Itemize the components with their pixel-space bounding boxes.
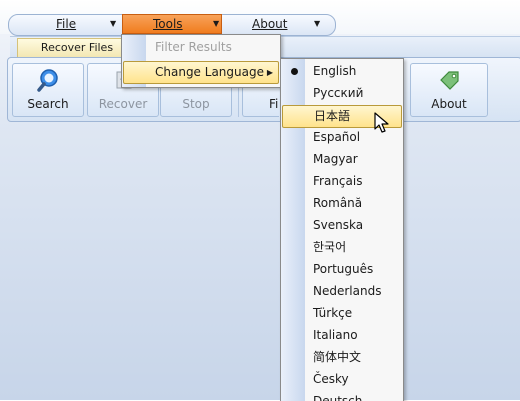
language-label: Français [313,174,363,188]
chevron-down-icon: ▼ [110,19,117,28]
language-item-hungarian[interactable]: Magyar [282,149,400,170]
language-submenu: English Русский 日本語 Español Magyar Franç… [280,58,404,401]
filter-button-label: Fi [269,97,279,111]
menu-item-filter-results[interactable]: Filter Results [122,36,280,58]
about-button-label: About [431,97,467,111]
language-item-chinese-simplified[interactable]: 简体中文 [282,347,400,368]
language-item-english[interactable]: English [282,61,400,82]
search-button-label: Search [27,97,69,111]
menu-about-label: About [252,17,288,31]
language-label: Português [313,262,374,276]
magnifier-icon [37,69,58,92]
language-label: Česky [313,372,349,386]
language-label: Română [313,196,363,210]
language-label: Español [313,130,361,144]
recover-button-label: Recover [98,97,148,111]
language-label: English [313,64,357,78]
chevron-down-icon: ▼ [314,19,321,28]
menu-file-label: File [56,17,77,31]
mouse-pointer-icon [374,112,389,133]
chevron-down-icon: ▼ [213,19,220,28]
menu-bar: File ▼ Tools ▼ About ▼ [0,0,520,36]
menu-file[interactable]: File ▼ [22,14,120,34]
tab-recover-files[interactable]: Recover Files [17,38,137,58]
language-item-portuguese[interactable]: Português [282,259,400,280]
language-item-swedish[interactable]: Svenska [282,215,400,236]
stop-button-label: Stop [182,97,210,111]
menu-tools-label: Tools [153,17,183,31]
language-item-french[interactable]: Français [282,171,400,192]
search-button[interactable]: Search [12,63,84,117]
menu-item-change-language[interactable]: Change Language ▶ [123,61,279,84]
menu-item-label: Change Language [155,65,264,79]
menu-about[interactable]: About ▼ [222,14,332,34]
language-label: Русский [313,86,364,100]
language-label: Svenska [313,218,364,232]
language-label: Nederlands [313,284,382,298]
language-item-czech[interactable]: Česky [282,369,400,390]
language-item-turkish[interactable]: Türkçe [282,303,400,324]
submenu-arrow-icon: ▶ [266,68,273,77]
tools-dropdown-menu: Filter Results Change Language ▶ [121,34,281,88]
language-item-romanian[interactable]: Română [282,193,400,214]
language-label: Italiano [313,328,358,342]
language-label: Türkçe [313,306,353,320]
language-item-italian[interactable]: Italiano [282,325,400,346]
language-label: 日本語 [314,109,351,123]
language-item-russian[interactable]: Русский [282,83,400,104]
menu-item-label: Filter Results [155,40,232,54]
language-label: 简体中文 [313,350,362,364]
about-button[interactable]: About [410,63,488,117]
language-label: 한국어 [313,240,347,254]
language-label: Magyar [313,152,358,166]
menu-tools[interactable]: Tools ▼ [122,14,222,34]
tag-icon [440,71,459,90]
radio-bullet-icon [291,68,298,75]
language-item-dutch[interactable]: Nederlands [282,281,400,302]
language-item-korean[interactable]: 한국어 [282,237,400,258]
